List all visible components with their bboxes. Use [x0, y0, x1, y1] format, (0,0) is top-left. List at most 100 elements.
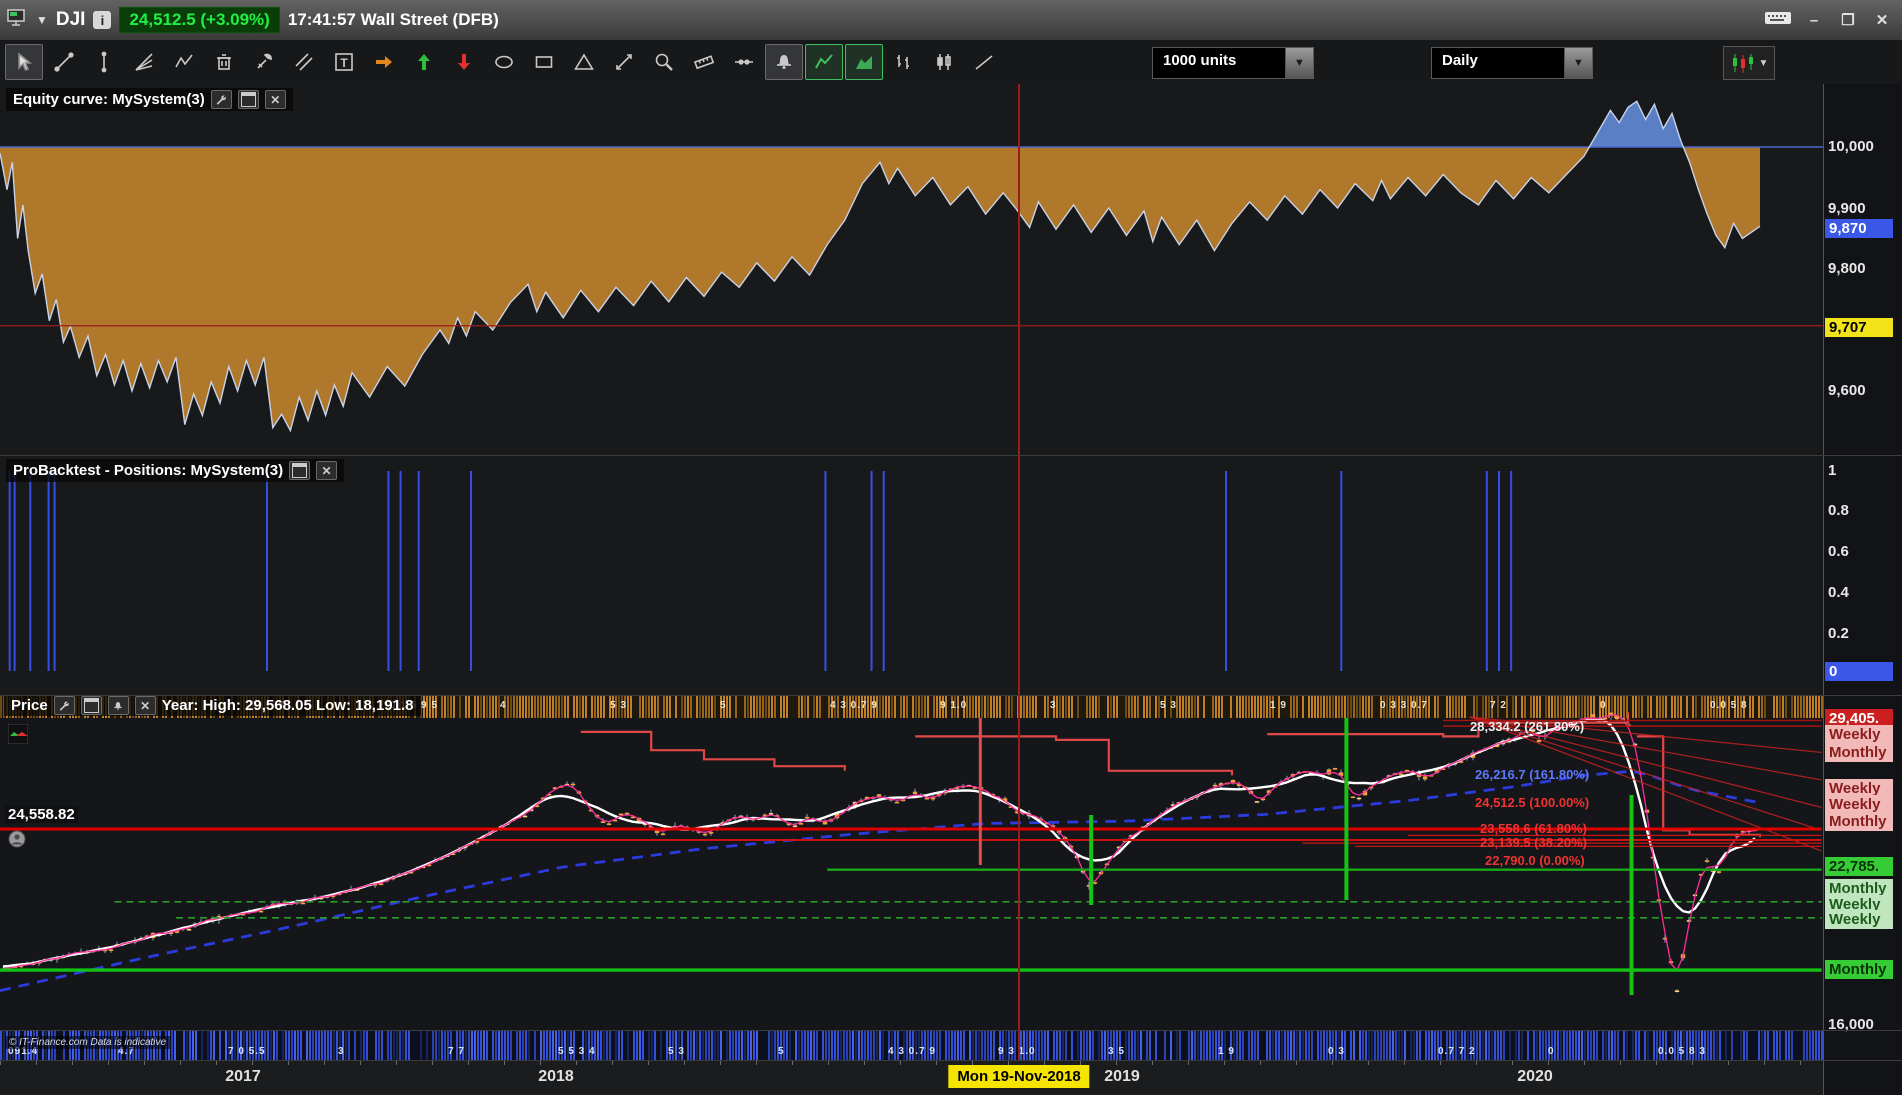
detach-window-icon[interactable] [237, 90, 259, 109]
positions-chart[interactable] [0, 455, 1823, 695]
volume-strip-digits: 0.7 7 2 [1438, 1046, 1476, 1057]
candlestick-chart-tool-icon[interactable] [925, 44, 963, 80]
price-badge: 24,512.5 (+3.09%) [119, 7, 280, 33]
date-strip-digits: 4 3 0.7 9 [830, 700, 878, 711]
resize-tool-icon[interactable] [605, 44, 643, 80]
ruler-tool-icon[interactable] [685, 44, 723, 80]
symbol-name[interactable]: DJI [56, 9, 86, 31]
mountain-chart-tool-icon[interactable] [845, 44, 883, 80]
colored-candles-icon [1732, 54, 1753, 73]
user-level-icon[interactable] [8, 830, 26, 853]
cursor-tool-icon[interactable] [5, 44, 43, 80]
text-box-tool-icon[interactable]: T [325, 44, 363, 80]
year-high-low-stats: Year: High: 29,568.05 Low: 18,191.8 [161, 697, 414, 714]
positions-axis-label: 0.8 [1828, 502, 1849, 519]
trendline-tool-icon[interactable] [45, 44, 83, 80]
arrow-right-tool-icon[interactable] [365, 44, 403, 80]
buy-sell-arrows-icon[interactable] [7, 723, 29, 749]
oblique-line-tool-icon[interactable] [965, 44, 1003, 80]
positions-panel-title: ProBacktest - Positions: MySystem(3) [13, 462, 284, 479]
date-strip-digits: 5 3 [610, 700, 627, 711]
price-chart[interactable]: 28,334.2 (261.80%) 26,216.7 (161.80%) 24,5… [0, 695, 1823, 1030]
volume-strip-digits: 5 5 3 4 [558, 1046, 596, 1057]
price-axis-label: Weekly [1825, 725, 1893, 744]
close-panel-icon[interactable]: ✕ [316, 461, 338, 480]
keyboard-icon[interactable] [1764, 9, 1792, 32]
price-axis-column[interactable]: 10,000 9,900 9,870 9,800 9,707 9,600 1 0.8 0.6 0.… [1823, 84, 1902, 1095]
positions-panel-header: ProBacktest - Positions: MySystem(3) ✕ [6, 459, 345, 482]
date-strip-digits: 5 [720, 700, 727, 711]
equity-axis-label: 9,900 [1828, 200, 1866, 217]
extended-line-tool-icon[interactable] [725, 44, 763, 80]
volume-strip-digits: 0.0 5 8 3 [1658, 1046, 1706, 1057]
wrench-icon[interactable] [210, 90, 232, 109]
price-panel-title: Price [11, 697, 48, 714]
detach-window-icon[interactable] [289, 461, 311, 480]
horizontal-level-label[interactable]: 24,558.82 [5, 806, 78, 823]
chart-style-button[interactable]: ▼ [1723, 46, 1775, 80]
positions-axis-label: 0.4 [1828, 584, 1849, 601]
rectangle-tool-icon[interactable] [525, 44, 563, 80]
retracement-label: 28,334.2 (261.80%) [1470, 719, 1584, 734]
equity-axis-label: 10,000 [1828, 138, 1874, 155]
crosshair-vertical-line [1018, 84, 1020, 1060]
retracement-label: 22,790.0 (0.00%) [1485, 853, 1585, 868]
triangle-tool-icon[interactable] [565, 44, 603, 80]
date-strip-digits: 4 [500, 700, 507, 711]
volume-strip-digits: 1 9 [1218, 1046, 1235, 1057]
price-axis-label: 22,785. [1825, 857, 1893, 876]
parallel-channel-tool-icon[interactable] [285, 44, 323, 80]
time-axis[interactable]: Mon 19-Nov-2018 2017 2018 2019 2020 [0, 1060, 1902, 1095]
equity-axis-label: 9,600 [1828, 382, 1866, 399]
arrow-down-tool-icon[interactable] [445, 44, 483, 80]
retracement-label: 23,558.6 (61.80%) [1480, 821, 1587, 836]
segment-tool-icon[interactable] [85, 44, 123, 80]
clock-text: 17:41:57 Wall Street (DFB) [287, 10, 499, 29]
alert-bell-icon[interactable] [107, 696, 129, 715]
detach-window-icon[interactable] [80, 696, 102, 715]
maximize-button[interactable]: ❐ [1836, 9, 1860, 31]
arrow-up-tool-icon[interactable] [405, 44, 443, 80]
retracement-label: 26,216.7 (161.80%) [1475, 767, 1589, 782]
date-strip-digits: 0.0 5 8 [1710, 700, 1748, 711]
close-panel-icon[interactable]: ✕ [264, 90, 286, 109]
symbol-dropdown-caret[interactable]: ▼ [36, 13, 48, 27]
equity-axis-label: 9,800 [1828, 260, 1866, 277]
date-strip-digits: 9 1.0 [940, 700, 968, 711]
date-strip-digits: 7 2 [1490, 700, 1507, 711]
trash-tool-icon[interactable] [205, 44, 243, 80]
bar-chart-tool-icon[interactable] [885, 44, 923, 80]
year-label: 2018 [538, 1068, 574, 1085]
close-panel-icon[interactable]: ✕ [134, 696, 156, 715]
equity-curve-chart[interactable] [0, 84, 1823, 455]
volume-strip-digits: 5 [778, 1046, 785, 1057]
volume-strip-digits: 7 0 5.5 [228, 1046, 266, 1057]
date-strip-digits: 3 [1050, 700, 1057, 711]
timeframe-dropdown-caret-icon[interactable]: ▼ [1564, 48, 1592, 78]
volume-strip-digits: 9 3 1.0 [998, 1046, 1036, 1057]
equity-panel-header: Equity curve: MySystem(3) ✕ [6, 88, 293, 111]
minimize-button[interactable]: – [1802, 9, 1826, 31]
volume-strip-digits: 0 3 [1328, 1046, 1345, 1057]
units-dropdown[interactable]: 1000 units ▼ [1152, 47, 1314, 79]
zoom-tool-icon[interactable] [645, 44, 683, 80]
info-icon[interactable]: i [93, 11, 112, 29]
fan-lines-tool-icon[interactable] [125, 44, 163, 80]
year-label: 2020 [1517, 1068, 1553, 1085]
chart-style-caret-icon[interactable]: ▼ [1759, 58, 1769, 69]
volume-strip-digits: 0 [1548, 1046, 1555, 1057]
alarm-bell-tool-icon[interactable] [765, 44, 803, 80]
zigzag-tool-icon[interactable] [165, 44, 203, 80]
volume-strip-digits: 7 7 [448, 1046, 465, 1057]
units-dropdown-caret-icon[interactable]: ▼ [1285, 48, 1313, 78]
equity-axis-label: 9,707 [1825, 318, 1893, 337]
drawing-tools-tool-icon[interactable] [245, 44, 283, 80]
timeframe-dropdown[interactable]: Daily ▼ [1431, 47, 1593, 79]
date-strip-digits: 0 [1600, 700, 1607, 711]
workspace-icon[interactable] [6, 8, 28, 33]
line-chart-tool-icon[interactable] [805, 44, 843, 80]
close-button[interactable]: ✕ [1870, 9, 1894, 31]
wrench-icon[interactable] [53, 696, 75, 715]
ellipse-tool-icon[interactable] [485, 44, 523, 80]
date-strip-digits: 1 9 [1270, 700, 1287, 711]
